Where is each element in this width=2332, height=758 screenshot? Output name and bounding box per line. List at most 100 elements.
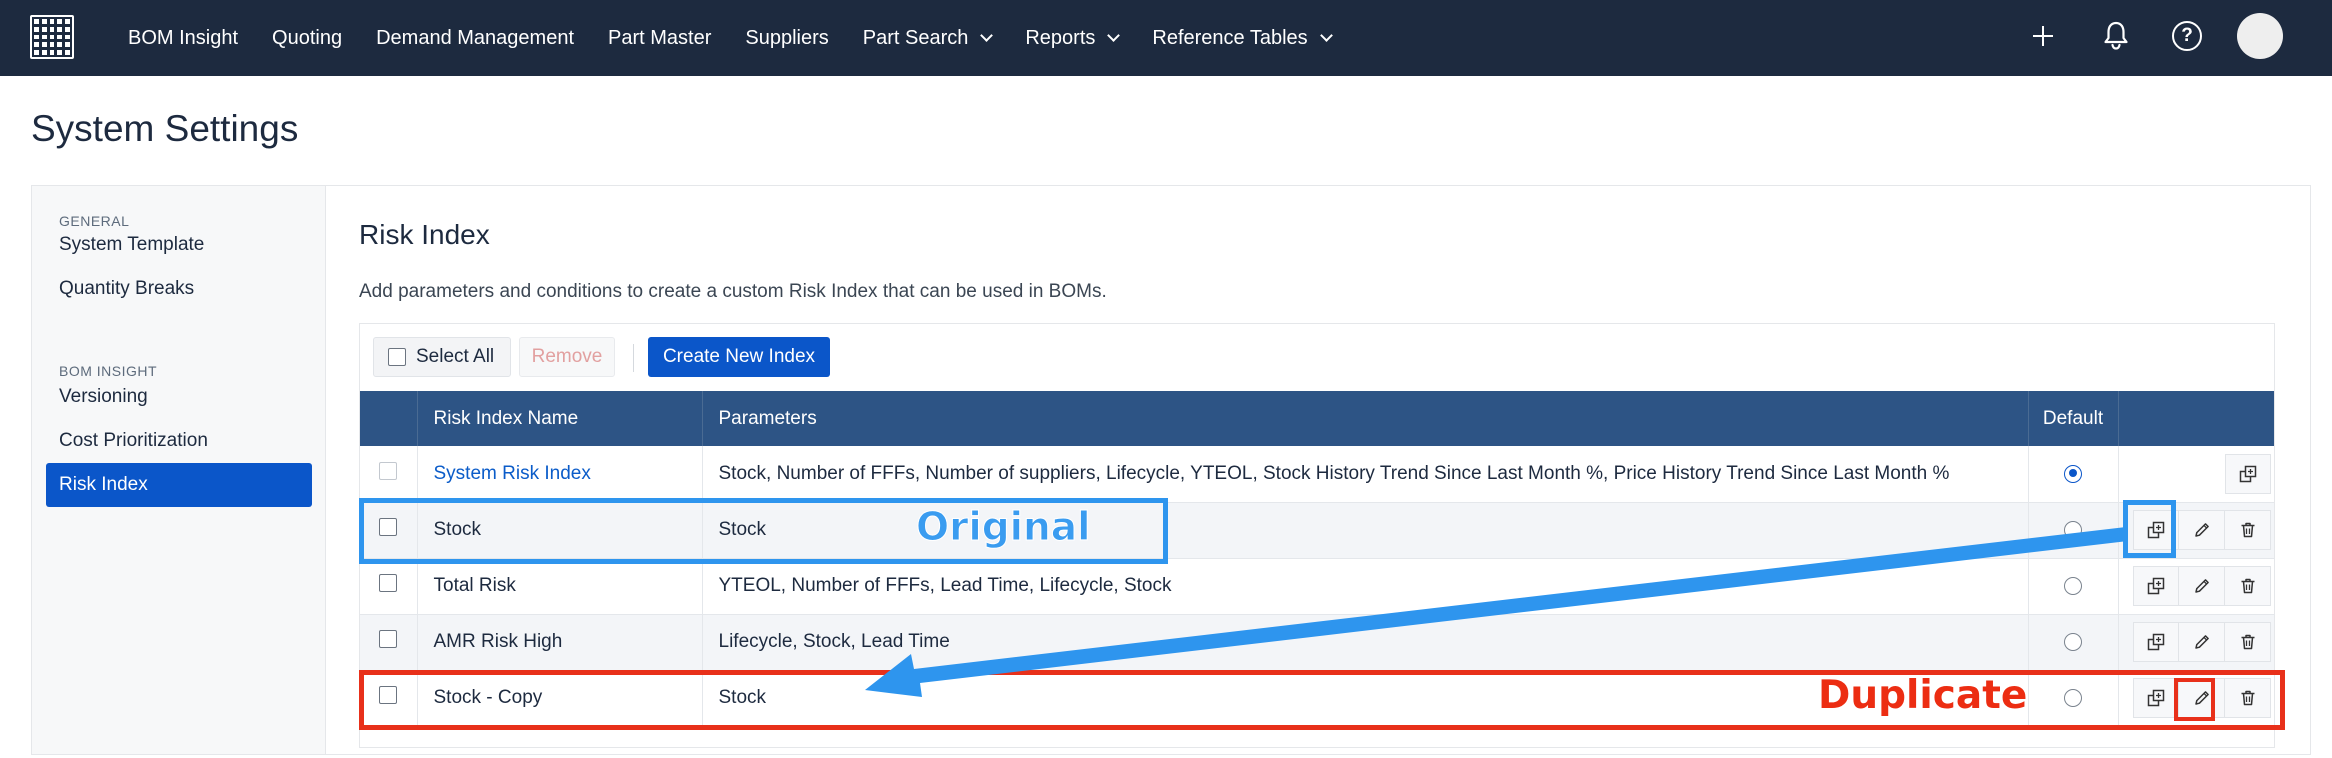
parameters-cell: Stock <box>702 502 2029 558</box>
duplicate-button[interactable] <box>2225 453 2271 494</box>
edit-icon <box>2193 689 2211 707</box>
main-nav: BOM Insight Quoting Demand Management Part … <box>128 0 1365 76</box>
risk-index-name-cell: AMR Risk High <box>417 614 703 670</box>
actions-cell <box>2118 614 2274 670</box>
default-radio[interactable] <box>2064 464 2082 483</box>
table-row[interactable]: System Risk Index Stock, Number of FFFs, … <box>360 446 2274 502</box>
select-all-button[interactable]: Select All <box>373 337 511 377</box>
row-checkbox <box>379 461 398 480</box>
edit-button[interactable] <box>2179 510 2225 550</box>
table-row[interactable]: AMR Risk High Lifecycle, Stock, Lead Time <box>360 614 2274 670</box>
sidebar-item-quantity-breaks[interactable]: Quantity Breaks <box>46 267 312 311</box>
actions-cell <box>2118 502 2274 558</box>
row-checkbox[interactable] <box>379 686 398 704</box>
nav-item-quoting[interactable]: Quoting <box>272 27 342 50</box>
settings-sidebar: GENERAL System Template Quantity Breaks … <box>32 186 326 754</box>
duplicate-button[interactable] <box>2133 566 2179 606</box>
nav-item-label: Suppliers <box>745 26 829 49</box>
select-all-label: Select All <box>416 346 495 367</box>
avatar[interactable] <box>2237 13 2283 59</box>
default-cell <box>2028 558 2119 614</box>
nav-item-label: Reference Tables <box>1152 26 1308 49</box>
chevron-down-icon <box>1319 29 1333 42</box>
default-radio[interactable] <box>2064 632 2082 651</box>
duplicate-icon <box>2147 577 2165 595</box>
default-cell <box>2028 670 2119 726</box>
edit-button[interactable] <box>2179 678 2225 718</box>
row-checkbox-cell <box>360 558 418 614</box>
select-all-checkbox[interactable] <box>388 348 406 366</box>
duplicate-button[interactable] <box>2133 678 2179 718</box>
delete-button[interactable] <box>2225 510 2271 550</box>
duplicate-icon <box>2147 633 2165 651</box>
edit-icon <box>2193 577 2211 595</box>
column-header-parameters[interactable]: Parameters <box>702 391 2029 446</box>
delete-button[interactable] <box>2225 678 2271 718</box>
column-header-name[interactable]: Risk Index Name <box>417 391 703 446</box>
risk-index-name-cell[interactable]: System Risk Index <box>417 446 703 502</box>
sidebar-item-versioning[interactable]: Versioning <box>46 375 312 419</box>
nav-item-part-master[interactable]: Part Master <box>608 27 711 50</box>
parameters-cell: Stock, Number of FFFs, Number of supplie… <box>702 446 2029 502</box>
row-checkbox[interactable] <box>379 518 398 536</box>
duplicate-icon <box>2239 465 2257 483</box>
column-header-default[interactable]: Default <box>2028 391 2119 446</box>
row-checkbox[interactable] <box>379 630 398 648</box>
bell-icon[interactable] <box>2102 20 2130 50</box>
table-row[interactable]: Stock Stock <box>360 502 2274 558</box>
sidebar-item-cost-prioritization[interactable]: Cost Prioritization <box>46 419 312 463</box>
default-cell <box>2028 614 2119 670</box>
plus-icon[interactable] <box>2032 25 2054 47</box>
default-radio[interactable] <box>2064 520 2082 539</box>
table-header-row: Risk Index Name Parameters Default <box>360 391 2274 446</box>
delete-icon <box>2239 577 2257 595</box>
table-row[interactable]: Total Risk YTEOL, Number of FFFs, Lead Ti… <box>360 558 2274 614</box>
nav-item-label: Part Search <box>862 26 969 49</box>
row-checkbox[interactable] <box>379 574 398 592</box>
risk-index-name-cell: Stock <box>417 502 703 558</box>
nav-item-label: Demand Management <box>376 26 574 49</box>
default-radio[interactable] <box>2064 576 2082 595</box>
delete-icon <box>2239 689 2257 707</box>
sidebar-item-risk-index[interactable]: Risk Index <box>46 463 312 507</box>
header-checkbox-cell <box>360 391 418 446</box>
settings-panel: GENERAL System Template Quantity Breaks … <box>31 185 2311 755</box>
delete-button[interactable] <box>2225 622 2271 662</box>
nav-item-demand-management[interactable]: Demand Management <box>376 27 574 50</box>
grid-logo-icon[interactable] <box>30 15 74 59</box>
nav-item-label: BOM Insight <box>128 26 239 49</box>
parameters-cell: Lifecycle, Stock, Lead Time <box>702 614 2029 670</box>
edit-button[interactable] <box>2179 566 2225 606</box>
duplicate-button[interactable] <box>2133 622 2179 662</box>
row-checkbox-cell <box>360 502 418 558</box>
help-icon[interactable]: ? <box>2172 21 2202 51</box>
default-radio[interactable] <box>2064 688 2082 707</box>
risk-index-name-cell: Stock - Copy <box>417 670 703 726</box>
row-checkbox-cell <box>360 670 418 726</box>
default-cell <box>2028 446 2119 502</box>
actions-cell <box>2118 446 2274 502</box>
nav-item-bom-insight[interactable]: BOM Insight <box>128 27 238 50</box>
nav-item-part-search[interactable]: Part Search <box>862 26 994 50</box>
remove-button[interactable]: Remove <box>519 337 615 377</box>
risk-index-name[interactable]: System Risk Index <box>434 463 591 484</box>
page-title: System Settings <box>31 108 299 149</box>
nav-item-reports[interactable]: Reports <box>1025 26 1121 50</box>
duplicate-button[interactable] <box>2133 510 2179 550</box>
edit-icon <box>2193 521 2211 539</box>
nav-item-suppliers[interactable]: Suppliers <box>745 27 828 50</box>
parameters-cell: YTEOL, Number of FFFs, Lead Time, Lifecy… <box>702 558 2029 614</box>
risk-index-name: Stock - Copy <box>433 687 543 708</box>
nav-item-reference-tables[interactable]: Reference Tables <box>1152 26 1333 50</box>
top-navigation-bar: BOM Insight Quoting Demand Management Part … <box>0 0 2332 76</box>
toolbar-divider <box>633 344 634 372</box>
row-checkbox-cell <box>360 446 418 502</box>
default-cell <box>2028 502 2119 558</box>
section-description: Add parameters and conditions to create … <box>359 281 1107 302</box>
risk-index-name-cell: Total Risk <box>417 558 703 614</box>
create-new-index-button[interactable]: Create New Index <box>648 337 830 377</box>
edit-button[interactable] <box>2179 622 2225 662</box>
nav-item-label: Reports <box>1025 26 1096 49</box>
sidebar-item-system-template[interactable]: System Template <box>46 223 312 267</box>
delete-button[interactable] <box>2225 566 2271 606</box>
